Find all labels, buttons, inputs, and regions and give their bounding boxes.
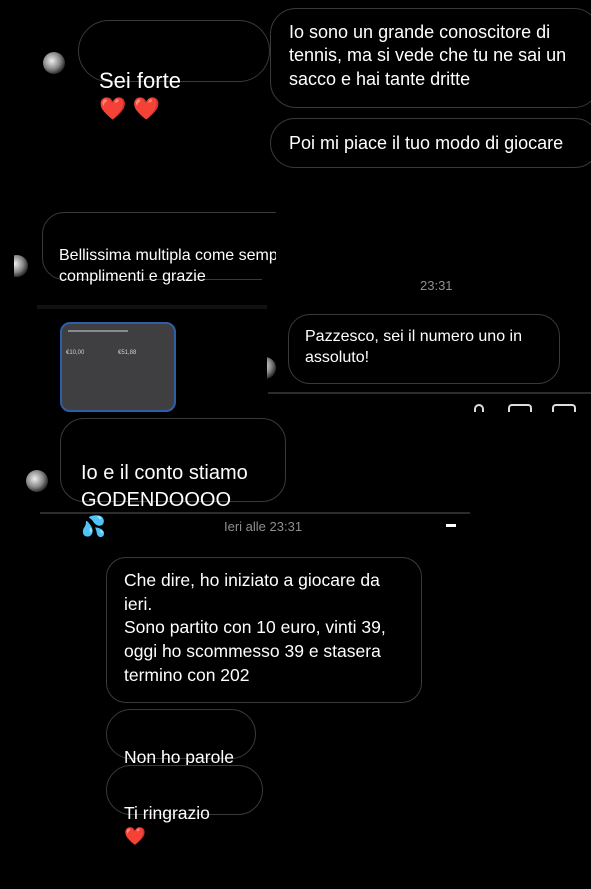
reply-icon[interactable] <box>474 404 484 412</box>
message-text: Ti ringrazio <box>124 802 210 823</box>
message-text: Non ho parole <box>124 746 234 767</box>
heart-emoji-icon: ❤️ <box>124 825 146 846</box>
chat-panel-3: 23:31 Pazzesco, sei il numero uno in ass… <box>262 272 591 412</box>
contact-avatar[interactable] <box>14 255 28 277</box>
message-text: Sei forte <box>99 67 181 93</box>
panel-top-edge <box>37 305 267 309</box>
reply-bubble-ti-ringrazio[interactable]: Ti ringrazio ❤️ <box>106 765 263 846</box>
droplets-emoji-icon: 💦 <box>81 516 106 538</box>
screenshot-stake-value: €10,00 <box>66 350 85 356</box>
message-bubble-che-dire[interactable]: Che dire, ho iniziato a giocare da ieri.… <box>106 557 422 703</box>
message-bubble-tennis[interactable]: Io sono un grande conoscitore di tennis,… <box>270 8 591 108</box>
reply-bubble-non-ho-parole[interactable]: Non ho parole <box>106 709 256 767</box>
message-bubble-pazzesco[interactable]: Pazzesco, sei il numero uno in assoluto! <box>288 314 560 384</box>
message-bubble-multipla[interactable]: Bellissima multipla come sempre complime… <box>42 212 276 285</box>
message-timestamp: Ieri alle 23:31 <box>224 519 303 534</box>
reply-bubble-sei-forte[interactable]: Sei forte ❤️ ❤️ <box>78 20 270 121</box>
panel-divider <box>40 512 470 514</box>
message-bubble-modo-di-giocare[interactable]: Poi mi piace il tuo modo di giocare <box>270 118 591 168</box>
message-text: Bellissima multipla come sempre complime… <box>59 246 276 285</box>
contact-avatar[interactable] <box>43 52 65 74</box>
betslip-screenshot-image[interactable]: €10,00 €51,88 <box>60 322 176 412</box>
screenshot-header-line <box>68 330 128 332</box>
message-timestamp: 23:31 <box>420 278 453 293</box>
screenshot-win-value: €51,88 <box>118 350 137 356</box>
panel-divider <box>268 392 591 394</box>
chat-icon[interactable] <box>508 404 532 412</box>
chat-panel-2: Bellissima multipla come sempre complime… <box>14 205 276 287</box>
message-bubble-godendo[interactable]: Io e il conto stiamo GODENDOOOO 💦 <box>60 418 286 538</box>
heart-emoji-icon: ❤️ ❤️ <box>99 96 160 122</box>
chat-icon[interactable] <box>552 404 576 412</box>
chat-panel-1: Sei forte ❤️ ❤️ Io sono un grande conosc… <box>40 0 591 185</box>
contact-avatar[interactable] <box>26 470 48 492</box>
cursor-mark <box>446 524 456 527</box>
message-text: Io e il conto stiamo GODENDOOOO <box>81 462 248 511</box>
